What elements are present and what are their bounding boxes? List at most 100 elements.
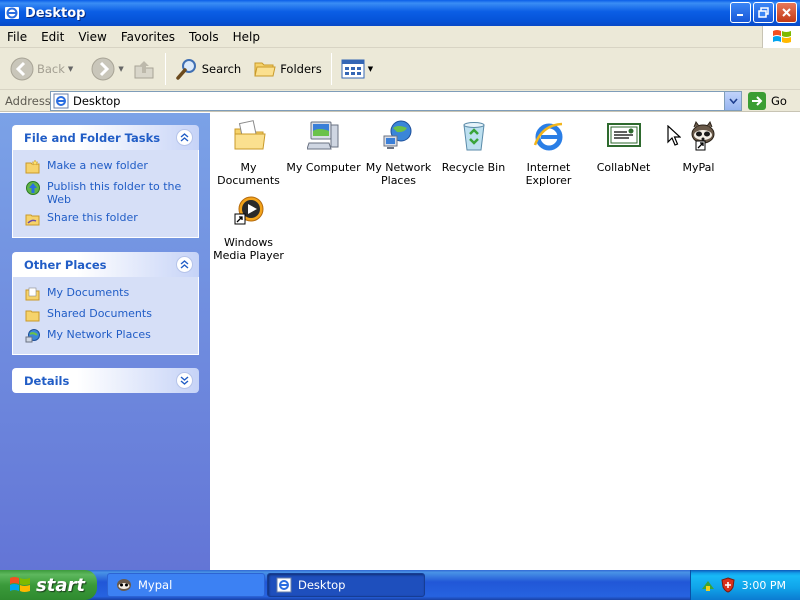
task-make-new-folder[interactable]: Make a new folder <box>13 157 198 178</box>
folders-label: Folders <box>280 61 322 76</box>
mypal-icon <box>691 120 714 151</box>
restore-icon <box>758 7 769 18</box>
views-dropdown-icon[interactable]: ▼ <box>368 65 373 73</box>
panel-header[interactable]: Details <box>12 368 199 393</box>
address-input[interactable]: Desktop <box>50 91 742 111</box>
desktop-item-my-computer[interactable]: My Computer <box>286 115 361 174</box>
menu-file[interactable]: File <box>0 30 34 44</box>
chevron-up-icon <box>180 260 189 269</box>
place-network-places[interactable]: My Network Places <box>13 326 198 347</box>
chevron-down-icon <box>180 376 189 385</box>
task-share-folder[interactable]: Share this folder <box>13 209 198 230</box>
menu-bar: File Edit View Favorites Tools Help <box>0 26 800 48</box>
address-bar: Address Desktop Go <box>0 90 800 112</box>
desktop-item-label: My Network Places <box>365 161 432 187</box>
clock[interactable]: 3:00 PM <box>742 579 786 592</box>
start-button[interactable]: start <box>0 570 97 600</box>
publish-web-icon <box>26 181 40 195</box>
ie-folder-icon <box>276 577 292 593</box>
folders-button[interactable]: Folders <box>249 51 326 87</box>
desktop-item-label: Recycle Bin <box>441 161 506 174</box>
minimize-icon <box>737 14 743 16</box>
search-icon <box>175 58 196 80</box>
address-dropdown-button[interactable] <box>724 92 741 110</box>
desktop-item-label: Internet Explorer <box>525 161 572 187</box>
shared-documents-icon <box>25 310 40 322</box>
address-label: Address <box>5 93 51 108</box>
panel-title: Other Places <box>24 257 107 272</box>
windows-logo-icon <box>762 26 800 48</box>
menu-favorites[interactable]: Favorites <box>114 30 182 44</box>
task-label: Make a new folder <box>47 159 148 172</box>
close-button[interactable] <box>776 2 797 23</box>
chevron-up-icon <box>180 133 189 142</box>
network-places-icon <box>25 329 40 343</box>
place-shared-documents[interactable]: Shared Documents <box>13 305 198 326</box>
mypal-icon <box>117 579 131 591</box>
toolbar-separator <box>330 52 332 85</box>
collapse-button[interactable] <box>176 256 193 273</box>
close-icon <box>782 8 791 17</box>
recycle-bin-icon <box>462 122 485 151</box>
desktop-item-recycle-bin[interactable]: Recycle Bin <box>436 115 511 174</box>
share-folder-icon <box>25 214 40 226</box>
up-folder-button[interactable] <box>128 51 160 87</box>
details-panel: Details <box>12 368 199 393</box>
search-label: Search <box>201 61 242 76</box>
minimize-button[interactable] <box>730 2 751 23</box>
place-my-documents[interactable]: My Documents <box>13 284 198 305</box>
my-computer-icon <box>306 121 338 150</box>
desktop-item-network-places[interactable]: My Network Places <box>361 115 436 187</box>
collapse-button[interactable] <box>176 129 193 146</box>
views-button[interactable]: ▼ <box>337 51 377 87</box>
search-button[interactable]: Search <box>171 51 246 87</box>
address-value: Desktop <box>73 94 121 108</box>
toolbar-separator <box>164 52 166 85</box>
place-label: My Documents <box>47 286 130 299</box>
collabnet-icon <box>606 123 641 147</box>
forward-dropdown-icon[interactable]: ▼ <box>118 65 123 73</box>
desktop-item-media-player[interactable]: Windows Media Player <box>211 190 286 262</box>
menu-edit[interactable]: Edit <box>34 30 71 44</box>
ie-folder-icon <box>5 7 19 19</box>
desktop-item-my-documents[interactable]: My Documents <box>211 115 286 187</box>
new-folder-icon <box>25 159 40 174</box>
internet-explorer-icon <box>533 122 562 151</box>
other-places-panel: Other Places My Documents Shared Documen… <box>12 252 199 355</box>
file-folder-tasks-panel: File and Folder Tasks Make a new folder … <box>12 125 199 238</box>
forward-button[interactable]: ▼ <box>87 51 127 87</box>
desktop-item-collabnet[interactable]: CollabNet <box>586 115 661 174</box>
panel-header[interactable]: File and Folder Tasks <box>12 125 199 150</box>
maximize-button[interactable] <box>753 2 774 23</box>
chevron-down-icon <box>728 98 738 104</box>
desktop-item-internet-explorer[interactable]: Internet Explorer <box>511 115 586 187</box>
forward-arrow-icon <box>91 57 115 80</box>
expand-button[interactable] <box>176 372 193 389</box>
taskbar: start Mypal Desktop 3:00 PM <box>0 570 800 600</box>
menu-tools[interactable]: Tools <box>182 30 226 44</box>
menu-view[interactable]: View <box>71 30 113 44</box>
go-button[interactable]: Go <box>748 92 787 110</box>
task-label: Publish this folder to the Web <box>47 180 182 206</box>
desktop-item-label: My Computer <box>286 161 361 174</box>
task-publish-folder[interactable]: Publish this folder to the Web <box>13 178 198 209</box>
desktop-location-icon <box>53 93 69 109</box>
task-label: Share this folder <box>47 211 138 224</box>
title-bar[interactable]: Desktop <box>0 0 800 26</box>
menu-help[interactable]: Help <box>226 30 267 44</box>
back-dropdown-icon[interactable]: ▼ <box>68 65 73 73</box>
taskbar-button-mypal[interactable]: Mypal <box>107 573 265 597</box>
back-button[interactable]: Back ▼ <box>6 51 77 87</box>
taskbar-button-label: Desktop <box>298 578 346 592</box>
toolbar: Back ▼ ▼ Search Folders ▼ <box>0 48 800 90</box>
place-label: My Network Places <box>47 328 151 341</box>
up-folder-icon <box>134 60 154 78</box>
place-label: Shared Documents <box>47 307 152 320</box>
network-tray-icon[interactable] <box>700 577 716 593</box>
security-shield-icon[interactable] <box>720 577 736 593</box>
panel-title: File and Folder Tasks <box>24 130 161 145</box>
taskbar-button-desktop[interactable]: Desktop <box>267 573 425 597</box>
panel-header[interactable]: Other Places <box>12 252 199 277</box>
mouse-cursor-icon <box>667 125 681 146</box>
my-documents-icon <box>234 120 266 150</box>
